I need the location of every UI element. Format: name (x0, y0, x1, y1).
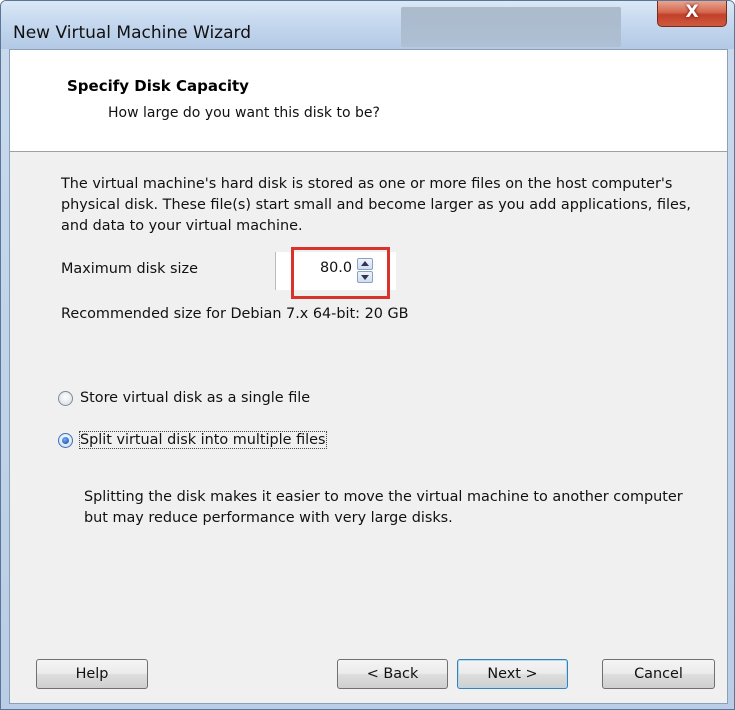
dialog-content: Specify Disk Capacity How large do you w… (9, 49, 728, 704)
page-title: Specify Disk Capacity (67, 77, 249, 95)
radio-single-file[interactable] (58, 390, 73, 406)
recommended-size-text: Recommended size for Debian 7.x 64-bit: … (61, 306, 409, 322)
radio-split-files[interactable] (58, 432, 73, 448)
title-bar-glass (401, 7, 621, 47)
disk-size-label: Maximum disk size (61, 261, 198, 277)
highlight-box (291, 247, 390, 299)
page-subtitle: How large do you want this disk to be? (108, 105, 380, 121)
split-description: Splitting the disk makes it easier to mo… (84, 489, 683, 526)
back-button[interactable]: < Back (337, 659, 448, 689)
close-button[interactable]: X (657, 1, 727, 27)
next-button[interactable]: Next > (457, 659, 568, 689)
close-icon: X (685, 2, 699, 22)
wizard-header: Specify Disk Capacity How large do you w… (10, 50, 727, 152)
single-file-label[interactable]: Store virtual disk as a single file (80, 390, 310, 406)
intro-text: The virtual machine's hard disk is store… (61, 176, 691, 234)
wizard-window: New Virtual Machine Wizard X Specify Dis… (0, 0, 735, 710)
title-bar[interactable]: New Virtual Machine Wizard X (1, 1, 734, 49)
cancel-button[interactable]: Cancel (602, 659, 715, 689)
split-files-label[interactable]: Split virtual disk into multiple files (79, 431, 327, 449)
window-title: New Virtual Machine Wizard (13, 23, 251, 43)
single-file-option[interactable]: Store virtual disk as a single file (58, 390, 310, 406)
split-files-option[interactable]: Split virtual disk into multiple files (58, 431, 327, 449)
help-button[interactable]: Help (36, 659, 148, 689)
